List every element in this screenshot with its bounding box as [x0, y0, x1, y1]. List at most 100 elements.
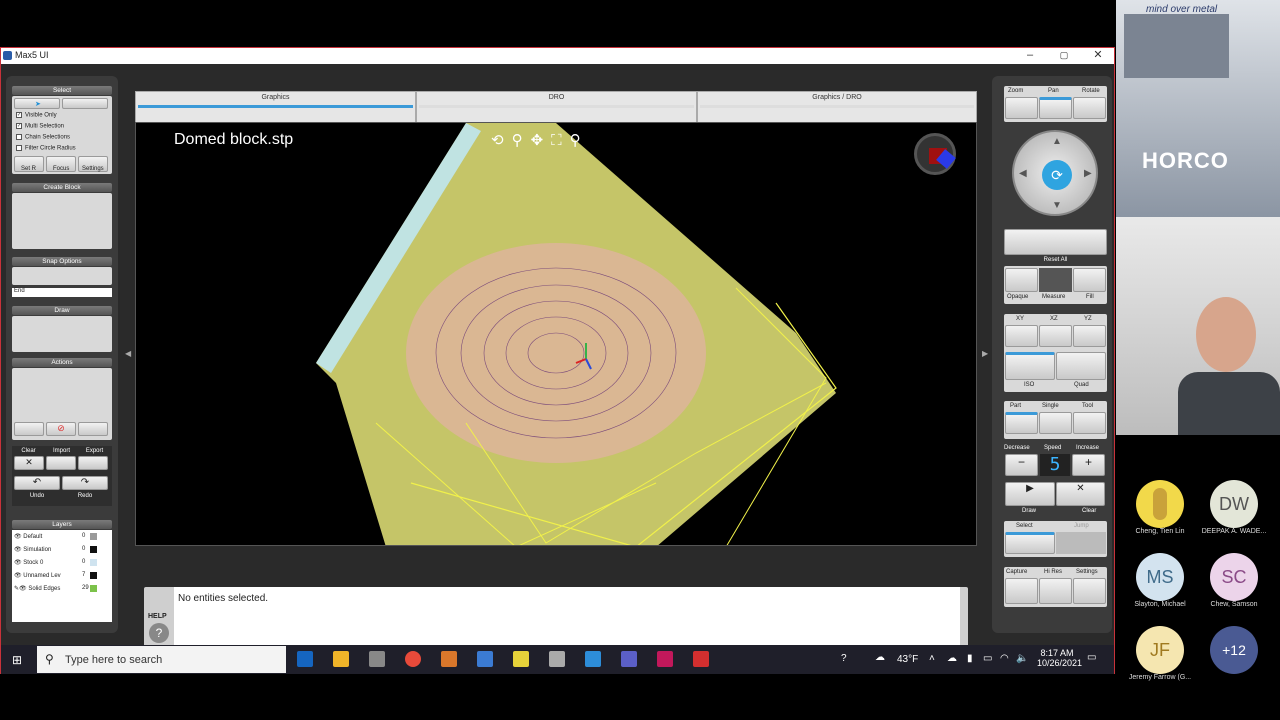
jump-button[interactable]	[1056, 532, 1106, 554]
snap-tools[interactable]	[12, 267, 112, 285]
pan-icon[interactable]: ✥	[531, 132, 552, 149]
layer-color-swatch[interactable]	[90, 559, 97, 566]
clear-sim-button[interactable]: ✕	[1056, 482, 1105, 506]
select-pointer-button[interactable]: ➤	[14, 98, 60, 109]
collapse-left-icon[interactable]: ◀	[125, 349, 131, 358]
rotate-icon[interactable]: ⟲	[491, 132, 512, 149]
iso-button[interactable]	[1005, 352, 1055, 380]
opt-filter-circle-radius[interactable]: Filter Circle Radius	[16, 145, 76, 152]
rotate-button[interactable]	[1073, 97, 1106, 119]
volume-icon[interactable]: 🔈	[1016, 653, 1028, 664]
zoom-button[interactable]	[1005, 97, 1038, 119]
mic-icon[interactable]: ▮	[967, 653, 973, 664]
capture-settings-button[interactable]	[1073, 578, 1106, 604]
capture-button[interactable]	[1005, 578, 1038, 604]
fit-icon[interactable]: ⛶	[551, 132, 570, 149]
focus-button[interactable]: Focus	[46, 156, 76, 172]
layer-color-swatch[interactable]	[90, 585, 97, 592]
cad-app-icon[interactable]	[657, 651, 673, 667]
nav-dial[interactable]: ⟳ ▲ ▼ ◀ ▶	[1012, 130, 1098, 216]
import-button[interactable]	[46, 456, 76, 470]
eye-icon[interactable]: 👁	[14, 547, 22, 553]
layer-row[interactable]: 👁 Unnamed Lev 7	[14, 572, 110, 579]
eye-icon[interactable]: 👁	[14, 560, 22, 566]
single-button[interactable]	[1039, 412, 1072, 434]
onedrive-icon[interactable]: ☁	[947, 653, 957, 664]
xz-button[interactable]	[1039, 325, 1072, 347]
redo-button[interactable]: ↷	[62, 476, 108, 490]
tab-dro[interactable]: DRO	[416, 91, 697, 123]
xy-button[interactable]	[1005, 325, 1038, 347]
create-block-tools[interactable]	[12, 193, 112, 249]
tab-graphics[interactable]: Graphics	[135, 91, 416, 123]
quad-button[interactable]	[1056, 352, 1106, 380]
opaque-button[interactable]	[1005, 268, 1038, 292]
wifi-icon[interactable]: ◠	[1000, 653, 1009, 664]
part-button[interactable]	[1005, 412, 1038, 434]
graphics-viewport[interactable]: Domed block.stp ⟲⚲✥⛶⚲	[135, 122, 977, 546]
layer-color-swatch[interactable]	[90, 572, 97, 579]
outlook-icon[interactable]	[297, 651, 313, 667]
participant-avatar[interactable]	[1136, 480, 1184, 528]
measure-button[interactable]	[1039, 268, 1072, 292]
tab-graphics-dro[interactable]: Graphics / DRO	[697, 91, 977, 123]
file-explorer-icon[interactable]	[333, 651, 349, 667]
layer-row[interactable]: 👁 Simulation 0	[14, 546, 110, 553]
layer-color-swatch[interactable]	[90, 533, 97, 540]
opt-visible-only[interactable]: ✓ Visible Only	[16, 112, 57, 119]
zoom-icon[interactable]: ⚲	[512, 132, 531, 149]
select-box-button[interactable]	[62, 98, 108, 109]
view-cube[interactable]	[914, 133, 956, 175]
network-app-icon[interactable]	[549, 651, 565, 667]
yz-button[interactable]	[1073, 325, 1106, 347]
snap-select[interactable]: End	[12, 288, 112, 297]
reset-all-button[interactable]	[1004, 229, 1107, 255]
layer-row[interactable]: ✎👁 Solid Edges 29	[14, 585, 110, 592]
participant-avatar[interactable]: DW	[1210, 480, 1258, 528]
clear-button[interactable]: ✕	[14, 456, 44, 470]
confirm-button[interactable]	[14, 422, 44, 436]
help-icon[interactable]: ?	[149, 623, 169, 643]
arrow-down-icon[interactable]: ▼	[1052, 200, 1062, 211]
max5-taskbar-icon[interactable]	[585, 651, 601, 667]
increase-speed-button[interactable]: +	[1072, 454, 1105, 476]
pan-button[interactable]	[1039, 97, 1072, 119]
delete-button[interactable]	[78, 422, 108, 436]
eye-icon[interactable]: 👁	[19, 586, 27, 592]
minimize-button[interactable]: –	[1013, 48, 1047, 64]
layer-row[interactable]: 👁 Default 0	[14, 533, 110, 540]
temperature[interactable]: 43°F	[897, 654, 918, 665]
app-icon[interactable]	[369, 651, 385, 667]
eye-icon[interactable]: 👁	[14, 534, 22, 540]
collapse-right-icon[interactable]: ▶	[982, 349, 988, 358]
layer-color-swatch[interactable]	[90, 546, 97, 553]
set-r-button[interactable]: Set R	[14, 156, 44, 172]
decrease-speed-button[interactable]: −	[1005, 454, 1038, 476]
select-mode-button[interactable]	[1005, 532, 1055, 554]
chrome-icon[interactable]	[405, 651, 421, 667]
calculator-icon[interactable]	[477, 651, 493, 667]
taskbar-search[interactable]: ⚲ Type here to search	[37, 646, 286, 673]
participant-avatar[interactable]: JF	[1136, 626, 1184, 674]
opt-multi-selection[interactable]: ✓ Multi Selection	[16, 123, 64, 130]
tray-chevron-icon[interactable]: ˄	[929, 653, 935, 664]
maximize-button[interactable]: ▢	[1047, 48, 1081, 64]
cancel-icon[interactable]: ⊘	[46, 422, 76, 436]
fill-button[interactable]	[1073, 268, 1106, 292]
participant-avatar[interactable]: SC	[1210, 553, 1258, 601]
opt-chain-selections[interactable]: Chain Selections	[16, 134, 70, 141]
zoom-window-icon[interactable]: ⚲	[570, 132, 589, 149]
powerpoint-icon[interactable]	[441, 651, 457, 667]
participant-avatar[interactable]: MS	[1136, 553, 1184, 601]
actions-tools[interactable]: ⊘	[12, 368, 112, 440]
play-icon[interactable]: ▶	[1005, 482, 1055, 506]
hi-res-button[interactable]	[1039, 578, 1072, 604]
acrobat-icon[interactable]	[693, 651, 709, 667]
layer-row[interactable]: 👁 Stock 00	[14, 559, 110, 566]
tool-button[interactable]	[1073, 412, 1106, 434]
close-button[interactable]: ✕	[1081, 48, 1115, 64]
undo-button[interactable]: ↶	[14, 476, 60, 490]
help-tray-icon[interactable]: ?	[841, 653, 847, 664]
arrow-left-icon[interactable]: ◀	[1019, 168, 1027, 179]
notifications-icon[interactable]: ▭	[1087, 652, 1096, 663]
